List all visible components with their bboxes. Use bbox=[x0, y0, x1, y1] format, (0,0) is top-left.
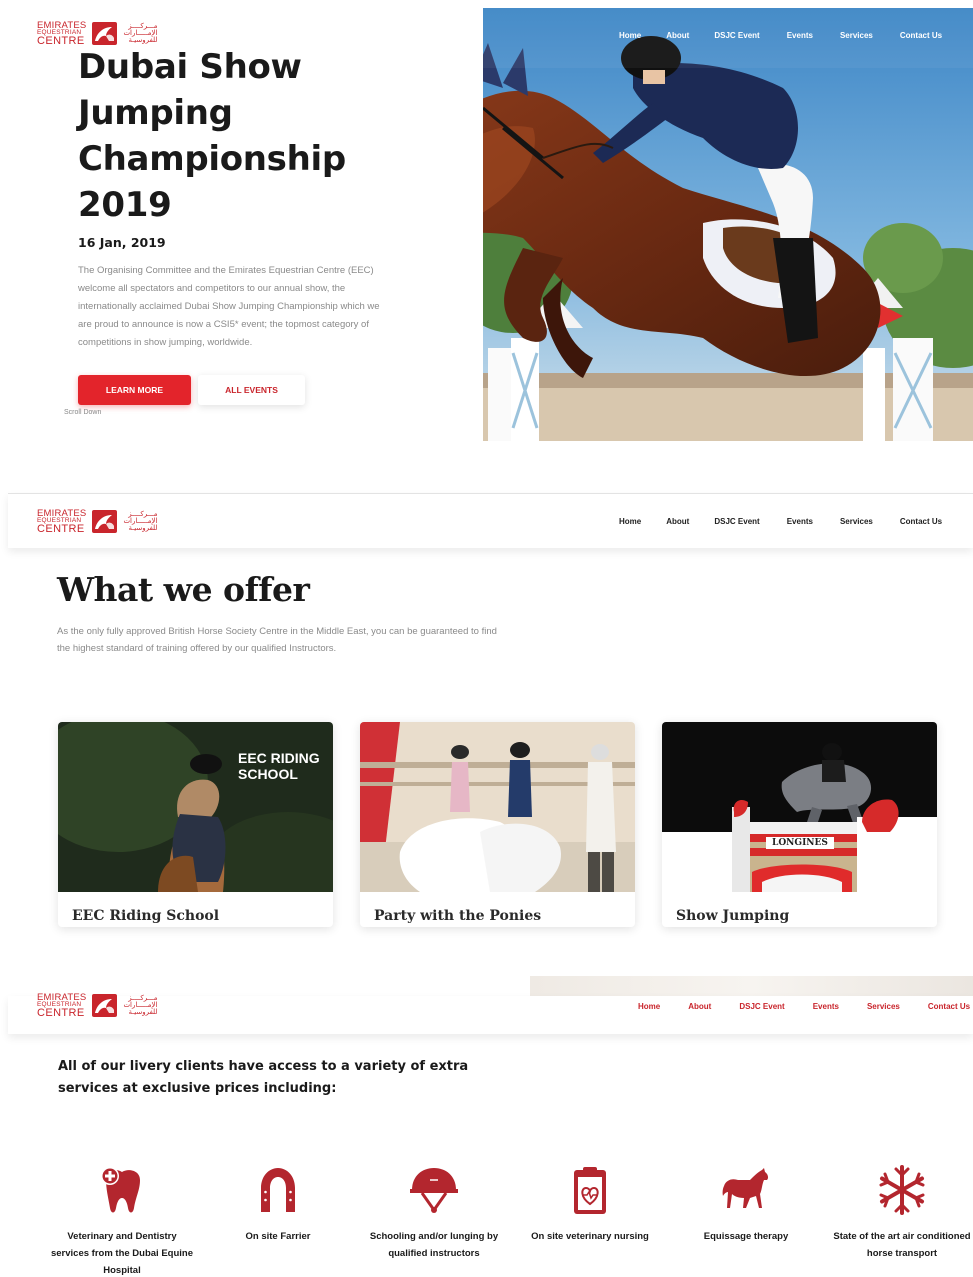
show-jumping-image: LONGINES bbox=[662, 722, 937, 892]
page: EMIRATES EQUESTRIAN CENTRE مـــركــــز ا… bbox=[0, 0, 973, 1277]
horse-logo-icon bbox=[92, 510, 118, 534]
service-item: On site veterinary nursing bbox=[512, 1164, 668, 1245]
service-label: On site Farrier bbox=[245, 1231, 311, 1242]
nav-dsjc-event[interactable]: DSJC Event bbox=[739, 1002, 784, 1011]
hero-photo bbox=[483, 8, 973, 441]
hero-title: Dubai Show Jumping Championship 2019 bbox=[78, 47, 346, 225]
offer-title: What we offer bbox=[57, 570, 310, 609]
brand-logo[interactable]: EMIRATES EQUESTRIAN CENTRE مـــركــــز ا… bbox=[37, 21, 157, 47]
main-nav: Home About DSJC Event Events Services Co… bbox=[619, 31, 942, 40]
logo-line-3: CENTRE bbox=[37, 523, 85, 536]
logo-arabic-text: مـــركــــز الإمـــــارات للفروسيـة bbox=[123, 510, 158, 533]
nav-services[interactable]: Services bbox=[867, 1002, 900, 1011]
service-label: Veterinary and Dentistry services from t… bbox=[50, 1231, 193, 1276]
hero-description: The Organising Committee and the Emirate… bbox=[78, 265, 380, 348]
clipboard-heart-icon bbox=[574, 1167, 606, 1214]
horse-logo-icon bbox=[92, 22, 118, 46]
nav-dsjc-event[interactable]: DSJC Event bbox=[714, 31, 759, 40]
card-show-jumping[interactable]: LONGINES Show Jumping bbox=[662, 722, 937, 927]
horse-logo-icon bbox=[92, 994, 118, 1018]
card-title: Show Jumping bbox=[676, 908, 790, 924]
service-label: Equissage therapy bbox=[703, 1231, 789, 1242]
horseshoe-icon bbox=[261, 1168, 295, 1212]
logo-english-text: EMIRATES EQUESTRIAN CENTRE bbox=[37, 21, 86, 47]
nav-contact-us[interactable]: Contact Us bbox=[928, 1002, 970, 1011]
card-title: EEC Riding School bbox=[72, 908, 220, 924]
nav-services[interactable]: Services bbox=[840, 31, 873, 40]
learn-more-button[interactable]: LEARN MORE bbox=[78, 375, 191, 405]
nav-contact-us[interactable]: Contact Us bbox=[900, 31, 942, 40]
main-nav: Home About DSJC Event Events Services Co… bbox=[638, 1002, 970, 1011]
nav-home[interactable]: Home bbox=[638, 1002, 660, 1011]
riding-helmet-icon bbox=[410, 1168, 458, 1213]
card-title: Party with the Ponies bbox=[374, 908, 542, 924]
nav-contact-us[interactable]: Contact Us bbox=[900, 517, 942, 526]
service-label: State of the art air conditioned horse t… bbox=[833, 1231, 971, 1259]
service-label: Schooling and/or lunging by qualified in… bbox=[369, 1231, 499, 1259]
hero-section: EMIRATES EQUESTRIAN CENTRE مـــركــــز ا… bbox=[0, 0, 973, 470]
nav-home[interactable]: Home bbox=[619, 31, 641, 40]
riding-school-image-caption: EEC RIDING SCHOOL bbox=[238, 750, 320, 782]
service-label: On site veterinary nursing bbox=[531, 1231, 649, 1242]
tooth-medical-icon bbox=[101, 1167, 140, 1213]
offer-description: As the only fully approved British Horse… bbox=[57, 626, 497, 654]
card-party-with-ponies[interactable]: Party with the Ponies bbox=[360, 722, 635, 927]
brand-logo[interactable]: EMIRATES EQUESTRIAN CENTRE مـــركــــز ا… bbox=[37, 509, 157, 535]
logo-arabic-text: مـــركــــز الإمـــــارات للفروسيـة bbox=[123, 22, 157, 45]
logo-english-text: EMIRATES EQUESTRIAN CENTRE bbox=[37, 993, 86, 1019]
nav-events[interactable]: Events bbox=[813, 1002, 839, 1011]
services-section: EMIRATES EQUESTRIAN CENTRE مـــركــــز ا… bbox=[0, 976, 973, 1277]
nav-events[interactable]: Events bbox=[787, 31, 813, 40]
nav-about[interactable]: About bbox=[666, 517, 689, 526]
logo-arabic-line-3: للفروسيـة bbox=[128, 524, 158, 533]
scroll-down-link[interactable]: Scroll Down bbox=[64, 409, 101, 416]
main-nav: Home About DSJC Event Events Services Co… bbox=[619, 517, 942, 526]
nav-events[interactable]: Events bbox=[787, 517, 813, 526]
logo-arabic-line-3: للفروسيـة bbox=[128, 1008, 158, 1017]
offer-section: EMIRATES EQUESTRIAN CENTRE مـــركــــز ا… bbox=[0, 493, 973, 933]
service-item: Veterinary and Dentistry services from t… bbox=[44, 1164, 200, 1277]
services-intro: All of our livery clients have access to… bbox=[58, 1059, 469, 1096]
logo-line-3: CENTRE bbox=[37, 1007, 85, 1020]
service-item: Equissage therapy bbox=[668, 1164, 824, 1245]
party-ponies-image bbox=[360, 722, 635, 892]
nav-services[interactable]: Services bbox=[840, 517, 873, 526]
all-events-button[interactable]: ALL EVENTS bbox=[198, 375, 305, 405]
horse-icon bbox=[722, 1168, 769, 1208]
logo-arabic-text: مـــركــــز الإمـــــارات للفروسيـة bbox=[123, 994, 158, 1017]
logo-english-text: EMIRATES EQUESTRIAN CENTRE bbox=[37, 509, 86, 535]
service-item: State of the art air conditioned horse t… bbox=[824, 1164, 973, 1262]
snowflake-icon bbox=[879, 1165, 925, 1215]
nav-about[interactable]: About bbox=[666, 31, 689, 40]
nav-about[interactable]: About bbox=[688, 1002, 711, 1011]
longines-banner: LONGINES bbox=[766, 837, 834, 849]
service-item: On site Farrier bbox=[200, 1164, 356, 1245]
service-item: Schooling and/or lunging by qualified in… bbox=[356, 1164, 512, 1262]
card-riding-school[interactable]: EEC RIDING SCHOOL EEC Riding School bbox=[58, 722, 333, 927]
riding-school-image: EEC RIDING SCHOOL bbox=[58, 722, 333, 892]
nav-dsjc-event[interactable]: DSJC Event bbox=[714, 517, 759, 526]
brand-logo[interactable]: EMIRATES EQUESTRIAN CENTRE مـــركــــز ا… bbox=[37, 993, 157, 1019]
nav-home[interactable]: Home bbox=[619, 517, 641, 526]
hero-date: 16 Jan, 2019 bbox=[78, 235, 166, 250]
background-image-strip bbox=[530, 976, 973, 996]
